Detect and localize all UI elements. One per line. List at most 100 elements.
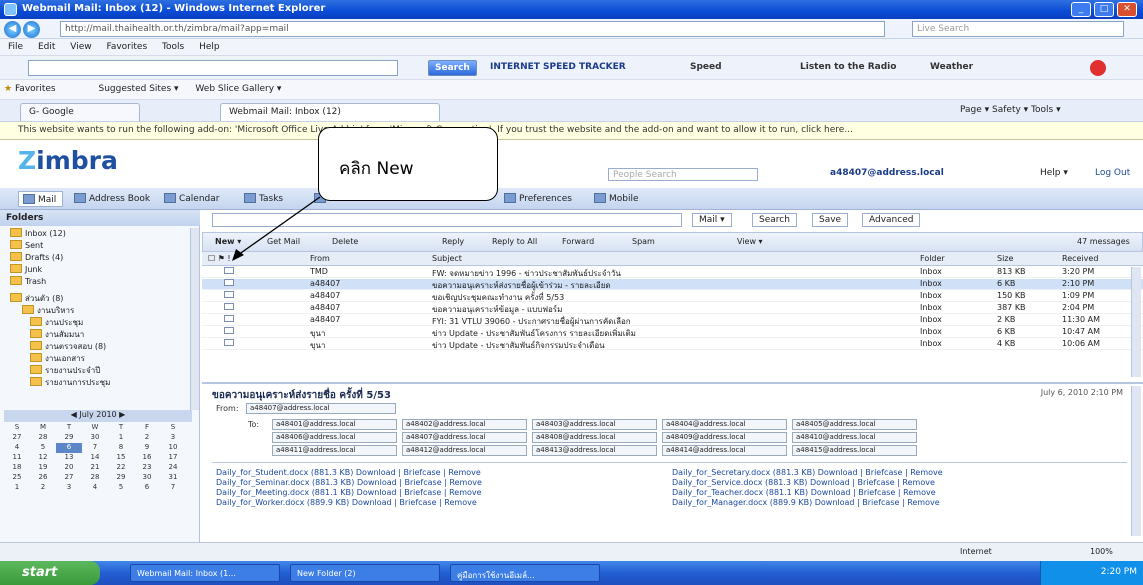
attachment-link[interactable]: Daily_for_Secretary.docx (881.3 KB) Down… bbox=[672, 468, 1112, 477]
recipient-chip[interactable]: a48415@address.local bbox=[792, 445, 917, 456]
speed-link[interactable]: Speed bbox=[690, 62, 722, 72]
task-document[interactable]: คู่มือการใช้งานอีเมล์... bbox=[450, 564, 600, 582]
menu-tools[interactable]: Tools bbox=[162, 42, 184, 52]
app-tab-preferences[interactable]: Preferences bbox=[500, 191, 578, 207]
people-search-input[interactable]: People Search bbox=[608, 168, 758, 181]
weather-link[interactable]: Weather bbox=[930, 62, 973, 72]
delete-button[interactable]: Delete bbox=[328, 236, 362, 250]
folder-drafts[interactable]: Drafts (4) bbox=[0, 252, 196, 264]
zoom-level[interactable]: 100% bbox=[1090, 547, 1113, 556]
recipient-chip[interactable]: a48402@address.local bbox=[402, 419, 527, 430]
recipient-chip[interactable]: a48407@address.local bbox=[402, 432, 527, 443]
menu-file[interactable]: File bbox=[8, 42, 23, 52]
folder-audit[interactable]: งานตรวจสอบ (8) bbox=[0, 340, 196, 352]
from-address[interactable]: a48407@address.local bbox=[246, 403, 396, 414]
attachment-link[interactable]: Daily_for_Worker.docx (889.9 KB) Downloa… bbox=[216, 498, 656, 507]
table-row[interactable]: a48407 ขอความอนุเคราะห์ข้อมูล - แบบฟอร์ม… bbox=[202, 303, 1143, 314]
col-received[interactable]: Received bbox=[1062, 254, 1098, 263]
recipient-chip[interactable]: a48401@address.local bbox=[272, 419, 397, 430]
command-bar[interactable]: Page ▾ Safety ▾ Tools ▾ bbox=[960, 105, 1061, 115]
forward-icon[interactable]: ▶ bbox=[23, 21, 40, 38]
suggested-sites[interactable]: Suggested Sites ▾ bbox=[98, 84, 178, 94]
app-tab-calendar[interactable]: Calendar bbox=[160, 191, 225, 207]
app-tab-addressbook[interactable]: Address Book bbox=[70, 191, 156, 207]
minimize-button[interactable]: _ bbox=[1071, 2, 1091, 17]
attachment-link[interactable]: Daily_for_Service.docx (881.3 KB) Downlo… bbox=[672, 478, 1112, 487]
attachment-link[interactable]: Daily_for_Manager.docx (889.9 KB) Downlo… bbox=[672, 498, 1112, 507]
radio-link[interactable]: Listen to the Radio bbox=[800, 62, 896, 72]
folder-meeting[interactable]: งานประชุม bbox=[0, 316, 196, 328]
folder-admin[interactable]: งานบริหาร bbox=[0, 304, 196, 316]
close-button[interactable]: ✕ bbox=[1117, 2, 1137, 17]
folder-documents[interactable]: งานเอกสาร bbox=[0, 352, 196, 364]
logout-link[interactable]: Log Out bbox=[1095, 168, 1130, 178]
folder-inbox[interactable]: Inbox (12) bbox=[0, 228, 196, 240]
address-input[interactable]: http://mail.thaihealth.or.th/zimbra/mail… bbox=[60, 21, 885, 37]
information-bar[interactable]: This website wants to run the following … bbox=[0, 122, 1143, 140]
sidebar-scrollbar[interactable] bbox=[190, 228, 199, 410]
advanced-search-button[interactable]: Advanced bbox=[862, 213, 921, 227]
live-search-input[interactable]: Live Search bbox=[912, 21, 1124, 37]
menu-edit[interactable]: Edit bbox=[38, 42, 55, 52]
reply-button[interactable]: Reply bbox=[438, 236, 468, 250]
recipient-chip[interactable]: a48413@address.local bbox=[532, 445, 657, 456]
search-button[interactable]: Search bbox=[752, 213, 797, 227]
table-row[interactable]: TMD FW: จดหมายข่าว 1996 - ข่าวประชาสัมพั… bbox=[202, 267, 1143, 278]
recipient-chip[interactable]: a48412@address.local bbox=[402, 445, 527, 456]
table-row[interactable]: a48407 ขอความอนุเคราะห์ส่งรายชื่อผู้เข้า… bbox=[202, 279, 1143, 290]
help-menu[interactable]: Help ▾ bbox=[1040, 168, 1068, 178]
recipient-chip[interactable]: a48408@address.local bbox=[532, 432, 657, 443]
addon-badge-icon[interactable] bbox=[1090, 60, 1106, 76]
reading-scrollbar[interactable] bbox=[1131, 386, 1141, 536]
forward-button[interactable]: Forward bbox=[558, 236, 598, 250]
attachment-link[interactable]: Daily_for_Seminar.docx (881.3 KB) Downlo… bbox=[216, 478, 656, 487]
col-subject[interactable]: Subject bbox=[432, 254, 462, 263]
col-size[interactable]: Size bbox=[997, 254, 1013, 263]
spam-button[interactable]: Spam bbox=[628, 236, 659, 250]
menu-view[interactable]: View bbox=[70, 42, 91, 52]
recipient-chip[interactable]: a48411@address.local bbox=[272, 445, 397, 456]
recipient-chip[interactable]: a48414@address.local bbox=[662, 445, 787, 456]
table-row[interactable]: a48407 FYI: 31 VTLU 39060 - ประกาศรายชื่… bbox=[202, 315, 1143, 326]
recipient-chip[interactable]: a48409@address.local bbox=[662, 432, 787, 443]
col-folder[interactable]: Folder bbox=[920, 254, 945, 263]
tab-google[interactable]: G- Google bbox=[20, 103, 140, 121]
save-search-button[interactable]: Save bbox=[812, 213, 849, 227]
folder-trash[interactable]: Trash bbox=[0, 276, 196, 288]
table-row[interactable]: ขุนา ข่าว Update - ประชาสัมพันธ์กิจกรรมป… bbox=[202, 339, 1143, 350]
recipient-chip[interactable]: a48405@address.local bbox=[792, 419, 917, 430]
app-tab-mobile[interactable]: Mobile bbox=[590, 191, 645, 207]
maximize-button[interactable]: □ bbox=[1094, 2, 1114, 17]
folder-sent[interactable]: Sent bbox=[0, 240, 196, 252]
start-button[interactable]: start bbox=[0, 561, 100, 585]
task-webmail[interactable]: Webmail Mail: Inbox (1... bbox=[130, 564, 280, 582]
reply-all-button[interactable]: Reply to All bbox=[488, 236, 541, 250]
speed-tracker-label[interactable]: INTERNET SPEED TRACKER bbox=[490, 62, 626, 72]
folder-seminar[interactable]: งานสัมมนา bbox=[0, 328, 196, 340]
view-button[interactable]: View ▾ bbox=[733, 236, 767, 250]
message-list-scrollbar[interactable] bbox=[1131, 267, 1141, 377]
task-folder[interactable]: New Folder (2) bbox=[290, 564, 440, 582]
folder-personal[interactable]: ส่วนตัว (8) bbox=[0, 292, 196, 304]
menu-help[interactable]: Help bbox=[199, 42, 220, 52]
folder-annual[interactable]: รายงานประจำปี bbox=[0, 364, 196, 376]
tab-webmail[interactable]: Webmail Mail: Inbox (12) bbox=[220, 103, 440, 121]
recipient-chip[interactable]: a48404@address.local bbox=[662, 419, 787, 430]
attachment-link[interactable]: Daily_for_Meeting.docx (881.1 KB) Downlo… bbox=[216, 488, 656, 497]
toolbar-search-button[interactable]: Search bbox=[428, 60, 477, 76]
app-tab-mail[interactable]: Mail bbox=[18, 191, 64, 207]
search-scope-select[interactable]: Mail ▾ bbox=[692, 213, 732, 227]
calendar-month[interactable]: ◀ July 2010 ▶ bbox=[4, 410, 192, 422]
recipient-chip[interactable]: a48406@address.local bbox=[272, 432, 397, 443]
recipient-chip[interactable]: a48403@address.local bbox=[532, 419, 657, 430]
back-icon[interactable]: ◀ bbox=[4, 21, 21, 38]
table-row[interactable]: a48407 ขอเชิญประชุมคณะทำงาน ครั้งที่ 5/5… bbox=[202, 291, 1143, 302]
folder-reports[interactable]: รายงานการประชุม bbox=[0, 376, 196, 388]
web-slice-gallery[interactable]: Web Slice Gallery ▾ bbox=[195, 84, 281, 94]
toolbar-search-input[interactable] bbox=[28, 60, 398, 76]
menu-favorites[interactable]: Favorites bbox=[106, 42, 147, 52]
table-row[interactable]: ขุนา ข่าว Update - ประชาสัมพันธ์โครงการ … bbox=[202, 327, 1143, 338]
attachment-link[interactable]: Daily_for_Teacher.docx (881.1 KB) Downlo… bbox=[672, 488, 1112, 497]
recipient-chip[interactable]: a48410@address.local bbox=[792, 432, 917, 443]
folder-junk[interactable]: Junk bbox=[0, 264, 196, 276]
